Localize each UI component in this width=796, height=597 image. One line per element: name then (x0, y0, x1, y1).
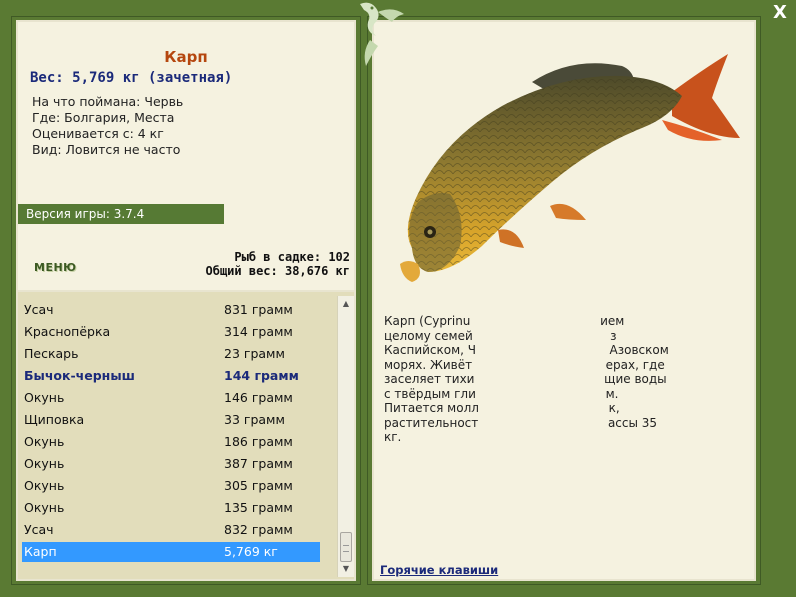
list-item-name: Окунь (24, 478, 65, 493)
total-weight: Общий вес: 38,676 кг (205, 264, 351, 278)
scroll-down-icon[interactable]: ▼ (340, 563, 352, 575)
description-line: целому семей з (384, 328, 617, 343)
game-version: Версия игры: 3.7.4 (18, 204, 224, 224)
list-item-name: Бычок-черныш (24, 368, 135, 383)
description-line: Карп (Cyprinu ием (384, 314, 625, 328)
list-item[interactable]: Окунь 146 грамм (22, 388, 320, 408)
list-item-weight: 33 грамм (224, 412, 285, 427)
scroll-up-icon[interactable]: ▲ (340, 298, 352, 310)
list-item-name: Усач (24, 522, 54, 537)
list-item[interactable]: Бычок-черныш 144 грамм (22, 366, 320, 386)
fish-count: Рыб в садке: 102 (234, 250, 350, 264)
info-rating: Оценивается с: 4 кг (32, 126, 164, 141)
close-icon[interactable]: X (771, 4, 789, 22)
list-item-weight: 305 грамм (224, 478, 293, 493)
list-item-weight: 314 грамм (224, 324, 293, 339)
list-item-weight: 135 грамм (224, 500, 293, 515)
fish-weight: Вес: 5,769 кг (зачетная) (30, 70, 233, 86)
list-item[interactable]: Усач 832 грамм (22, 520, 320, 540)
fish-detail-panel: Карп (Cyprinu ием целому семей з Каспийс… (372, 20, 756, 581)
list-item-name: Краснопёрка (24, 324, 111, 339)
info-frequency: Вид: Ловится не часто (32, 142, 181, 157)
description-line: Каспийском, Ч Азовском (384, 343, 669, 357)
list-item[interactable]: Окунь 135 грамм (22, 498, 320, 518)
info-bait: На что поймана: Червь (32, 94, 184, 109)
list-scrollbar[interactable]: ▲ ▼ (337, 296, 354, 577)
scrollbar-thumb[interactable] (340, 532, 352, 562)
info-location: Где: Болгария, Места (32, 110, 175, 125)
description-line: заселяет тихи щие воды (384, 372, 667, 386)
description-line: морях. Живёт ерах, где (384, 357, 665, 372)
list-item-name: Окунь (24, 456, 65, 471)
list-item[interactable]: Окунь 186 грамм (22, 432, 320, 452)
description-line: Питается молл к, (384, 401, 620, 415)
list-item-selected[interactable]: Карп 5,769 кг (22, 542, 320, 562)
list-item-name: Окунь (24, 390, 65, 405)
game-logo-icon (360, 2, 404, 66)
list-item[interactable]: Пескарь 23 грамм (22, 344, 320, 364)
fish-description: Карп (Cyprinu ием целому семей з Каспийс… (384, 314, 744, 445)
carp-fish-image (400, 54, 740, 282)
hotkeys-link[interactable]: Горячие клавиши (380, 563, 498, 577)
list-item-name: Карп (24, 544, 57, 559)
list-item-weight: 387 грамм (224, 456, 293, 471)
description-line: с твёрдым гли м. (384, 386, 619, 401)
list-item[interactable]: Усач 831 грамм (22, 300, 320, 320)
list-item-weight: 186 грамм (224, 434, 293, 449)
list-item-weight: 832 грамм (224, 522, 293, 537)
list-item-weight: 144 грамм (224, 368, 299, 383)
list-item-name: Усач (24, 302, 54, 317)
list-item-weight: 146 грамм (224, 390, 293, 405)
fish-info-panel: Карп Вес: 5,769 кг (зачетная) На что пой… (16, 20, 356, 294)
catch-list[interactable]: Усач 831 грамм Краснопёрка 314 грамм Песка… (16, 292, 356, 581)
list-item[interactable]: Окунь 305 грамм (22, 476, 320, 496)
list-item-weight: 831 грамм (224, 302, 293, 317)
list-item[interactable]: Щиповка 33 грамм (22, 410, 320, 430)
list-item[interactable]: Краснопёрка 314 грамм (22, 322, 320, 342)
list-item-weight: 5,769 кг (224, 544, 278, 559)
list-item-name: Щиповка (24, 412, 85, 427)
description-line: растительност ассы 35 (384, 415, 658, 430)
description-line: кг. (384, 430, 402, 444)
list-item-name: Окунь (24, 434, 65, 449)
menu-button[interactable]: МЕНЮ (34, 261, 77, 274)
list-item-name: Пескарь (24, 346, 79, 361)
fish-title: Карп (164, 48, 208, 66)
list-item-name: Окунь (24, 500, 65, 515)
list-item-weight: 23 грамм (224, 346, 285, 361)
list-item[interactable]: Окунь 387 грамм (22, 454, 320, 474)
